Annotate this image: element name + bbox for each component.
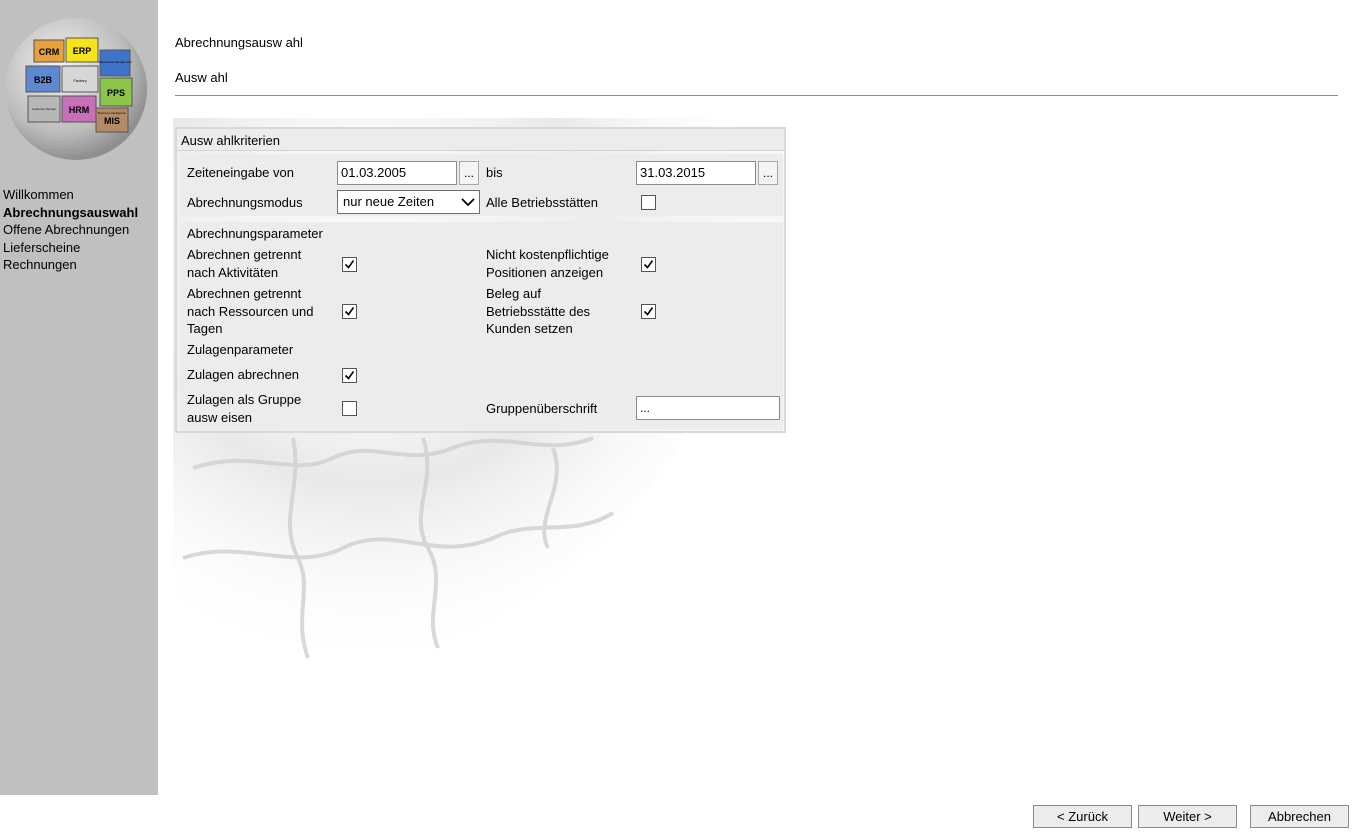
logo-b2b: B2B <box>34 75 53 85</box>
checkmark-icon <box>643 260 654 269</box>
sidebar-item-rechnungen[interactable]: Rechnungen <box>3 256 138 274</box>
date-to-input[interactable]: 31.03.2015 <box>636 161 756 185</box>
selection-criteria-panel: Ausw ahlkriterien Zeiteneingabe von 01.0… <box>175 127 786 433</box>
abrechnungsmodus-value: nur neue Zeiten <box>343 194 435 209</box>
ressourcen-checkbox[interactable] <box>342 304 357 319</box>
sidebar-item-offene-abrechnungen[interactable]: Offene Abrechnungen <box>3 221 138 239</box>
sidebar-item-lieferscheine[interactable]: Lieferscheine <box>3 239 138 257</box>
zulagenparameter-heading: Zulagenparameter <box>187 342 294 357</box>
panel-title: Ausw ahlkriterien <box>177 129 784 151</box>
zeiteingabe-label: Zeiteneingabe von <box>187 165 294 180</box>
aktivitaeten-checkbox[interactable] <box>342 257 357 272</box>
ressourcen-label: Abrechnen getrennt nach Ressourcen und T… <box>187 286 314 336</box>
date-to-picker-button[interactable]: ... <box>758 161 778 185</box>
logo-hrm: HRM <box>69 105 90 115</box>
beleg-checkbox[interactable] <box>641 304 656 319</box>
date-from-picker-button[interactable]: ... <box>459 161 479 185</box>
sidebar-item-abrechnungsauswahl[interactable]: Abrechnungsauswahl <box>3 204 138 222</box>
alle-betriebsstaetten-checkbox[interactable] <box>641 195 656 210</box>
date-mode-section: Zeiteneingabe von 01.03.2005 ... bis 31.… <box>180 154 783 216</box>
logo-pps: PPS <box>107 88 125 98</box>
aktivitaeten-label: Abrechnen getrennt nach Aktivitäten <box>187 247 302 280</box>
company-logo: CRM ERP B2B PPS HRM MIS Factory Warehous… <box>4 16 148 162</box>
gruppenueberschrift-label: Gruppenüberschrift <box>486 401 598 416</box>
back-button[interactable]: < Zurück <box>1033 805 1132 828</box>
logo-small-customer: Customer Service <box>32 107 56 111</box>
beleg-label: Beleg auf Betriebsstätte des Kunden setz… <box>486 286 591 336</box>
zulagen-abrechnen-checkbox[interactable] <box>342 368 357 383</box>
zulagen-abrechnen-label: Zulagen abrechnen <box>187 367 300 382</box>
cancel-button[interactable]: Abbrechen <box>1250 805 1349 828</box>
logo-small-warehouse: Warehouse Management <box>98 60 132 64</box>
next-button[interactable]: Weiter > <box>1138 805 1237 828</box>
gruppenueberschrift-input[interactable]: ... <box>636 396 780 420</box>
sidebar-item-willkommen[interactable]: Willkommen <box>3 186 138 204</box>
checkmark-icon <box>344 260 355 269</box>
logo-mis: MIS <box>104 116 120 126</box>
header-divider <box>175 95 1338 96</box>
checkmark-icon <box>344 371 355 380</box>
checkmark-icon <box>643 307 654 316</box>
page-title: Abrechnungsausw ahl <box>175 35 303 50</box>
sidebar-nav: Willkommen Abrechnungsauswahl Offene Abr… <box>3 186 138 274</box>
checkmark-icon <box>344 307 355 316</box>
logo-small-bi: Business Intelligence <box>98 111 127 115</box>
date-from-input[interactable]: 01.03.2005 <box>337 161 457 185</box>
abrechnungsparameter-heading: Abrechnungsparameter <box>187 226 323 241</box>
chevron-down-icon <box>461 198 475 207</box>
abrechnungsmodus-select[interactable]: nur neue Zeiten <box>337 190 480 214</box>
alle-betriebsstaetten-label: Alle Betriebsstätten <box>486 195 599 210</box>
nicht-kostenpflichtige-checkbox[interactable] <box>641 257 656 272</box>
logo-erp: ERP <box>73 46 92 56</box>
nicht-kostenpflichtige-label: Nicht kostenpflichtige Positionen anzeig… <box>486 247 609 280</box>
gruppe-label: Zulagen als Gruppe ausw eisen <box>187 392 302 425</box>
gruppe-checkbox[interactable] <box>342 401 357 416</box>
logo-small-factory: Factory <box>73 78 86 83</box>
abrechnungsmodus-label: Abrechnungsmodus <box>187 195 303 210</box>
parameter-section: Abrechnungsparameter Abrechnen getrennt … <box>180 222 783 430</box>
sidebar: CRM ERP B2B PPS HRM MIS Factory Warehous… <box>0 0 158 795</box>
logo-crm: CRM <box>39 47 60 57</box>
bis-label: bis <box>486 165 503 180</box>
section-title: Ausw ahl <box>175 70 228 85</box>
